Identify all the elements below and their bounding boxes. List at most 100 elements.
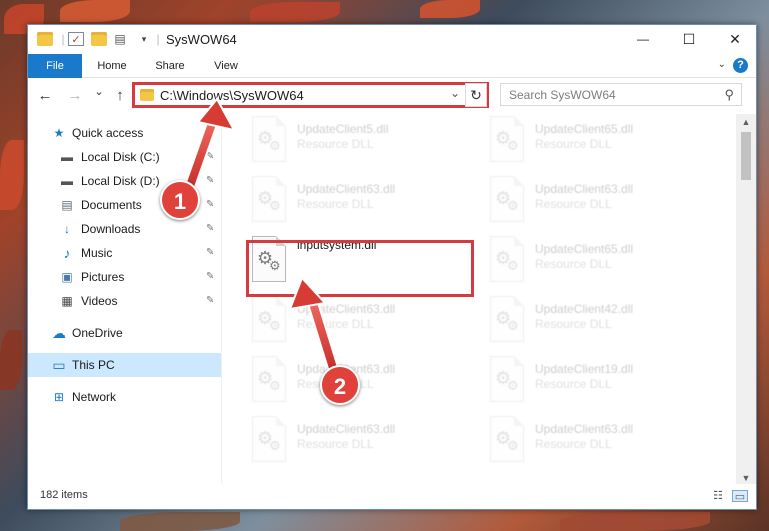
maximize-button[interactable]: ☐ xyxy=(666,25,712,54)
background-leaf xyxy=(560,512,710,531)
pin-icon[interactable]: ✎ xyxy=(206,199,214,210)
file-name: UpdateClient63.dll xyxy=(297,182,396,196)
background-leaf xyxy=(250,2,340,22)
sidebar-item-label: OneDrive xyxy=(72,326,123,340)
sidebar-item-pictures[interactable]: ▣ Pictures ✎ xyxy=(28,265,221,289)
new-folder-icon[interactable] xyxy=(91,32,107,46)
gear-icon: ⚙ xyxy=(269,318,281,333)
background-leaf xyxy=(0,140,24,210)
sidebar-item-quick-access[interactable]: ★ Quick access xyxy=(28,121,221,145)
back-button[interactable]: ← xyxy=(36,87,54,104)
music-icon: ♪ xyxy=(63,245,71,261)
file-item[interactable]: ⚙⚙ UpdateClient63.dll Resource DLL xyxy=(483,174,703,230)
dll-file-icon: ⚙ ⚙ xyxy=(490,296,524,342)
details-view-icon[interactable]: ☷ xyxy=(710,490,726,502)
scrollbar-thumb[interactable] xyxy=(741,132,751,180)
gear-icon: ⚙ xyxy=(507,198,519,213)
file-list: ⚙ ⚙ UpdateClient5.dll Resource DLL ⚙ ⚙ Upd… xyxy=(223,114,737,486)
background-leaf xyxy=(120,512,240,531)
large-icons-view-icon[interactable]: ▭ xyxy=(732,490,748,503)
gear-icon: ⚙ xyxy=(269,198,281,213)
download-icon: ↓ xyxy=(64,222,70,236)
star-icon: ★ xyxy=(53,126,65,140)
status-bar: 182 items ☷ ▭ xyxy=(28,484,756,509)
file-name: UpdateClient42.dll xyxy=(535,302,634,316)
pin-icon[interactable]: ✎ xyxy=(206,223,214,234)
network-icon: ⊞ xyxy=(53,390,65,404)
gear-icon: ⚙ xyxy=(507,138,519,153)
file-name: UpdateClient63.dll xyxy=(297,422,396,436)
item-count: 182 items xyxy=(40,489,88,501)
file-item[interactable]: ⚙⚙ UpdateClient63.dll Resource DLL xyxy=(483,414,703,470)
file-item[interactable]: ⚙ ⚙ UpdateClient5.dll Resource DLL xyxy=(245,114,465,170)
file-item[interactable]: ⚙⚙ UpdateClient63.dll Resource DLL xyxy=(245,414,465,470)
dll-file-icon: ⚙ ⚙ xyxy=(252,356,286,402)
title-divider: | xyxy=(156,32,160,46)
sidebar-item-videos[interactable]: ▦ Videos ✎ xyxy=(28,289,221,313)
picture-icon: ▣ xyxy=(61,270,73,284)
file-item[interactable]: ⚙ ⚙ UpdateClient42.dll Resource DLL xyxy=(483,294,703,350)
sidebar-item-downloads[interactable]: ↓ Downloads ✎ xyxy=(28,217,221,241)
search-box[interactable]: Search SysWOW64 ⚲ xyxy=(500,83,742,106)
sidebar-item-music[interactable]: ♪ Music ✎ xyxy=(28,241,221,265)
gear-icon: ⚙ xyxy=(269,378,281,393)
expand-ribbon-icon[interactable]: ⌄ xyxy=(718,59,726,70)
file-item[interactable]: ⚙ ⚙ UpdateClient19.dll Resource DLL xyxy=(483,354,703,410)
title-bar: | ✓ ▤ ▾ | SysWOW64 — ☐ ✕ xyxy=(28,25,756,54)
vertical-scrollbar[interactable]: ▲ ▼ xyxy=(736,114,756,486)
search-icon[interactable]: ⚲ xyxy=(724,87,734,103)
pin-icon[interactable]: ✎ xyxy=(206,151,214,162)
drive-icon: ▬ xyxy=(61,174,73,188)
ribbon-tabs: File Home Share View ⌄ ? xyxy=(28,54,756,110)
file-item[interactable]: ⚙ ⚙ UpdateClient65.dll Resource DLL xyxy=(483,234,703,290)
pin-icon[interactable]: ✎ xyxy=(206,271,214,282)
help-icon[interactable]: ? xyxy=(733,58,748,73)
tab-share[interactable]: Share xyxy=(144,54,196,78)
file-name: UpdateClient63.dll xyxy=(535,422,634,436)
refresh-button[interactable]: ↻ xyxy=(465,83,487,107)
close-button[interactable]: ✕ xyxy=(712,25,758,54)
tab-view[interactable]: View xyxy=(202,54,250,78)
drive-icon: ▬ xyxy=(61,150,73,164)
folder-icon xyxy=(140,89,154,101)
navigation-bar: ← → ⌄ ↑ C:\Windows\SysWOW64 ⌄ ↻ Search S… xyxy=(28,78,756,114)
address-bar[interactable]: C:\Windows\SysWOW64 xyxy=(132,82,489,108)
background-leaf xyxy=(0,330,22,390)
properties-icon[interactable]: ✓ xyxy=(68,32,84,46)
file-item[interactable]: ⚙⚙ UpdateClient63.dll Resource DLL xyxy=(245,294,465,350)
dll-file-icon: ⚙ ⚙ xyxy=(252,296,286,342)
file-type: Resource DLL xyxy=(535,197,612,211)
minimize-button[interactable]: — xyxy=(620,25,666,54)
scroll-up-icon[interactable]: ▲ xyxy=(736,114,756,130)
up-button[interactable]: ↑ xyxy=(111,87,129,104)
sidebar-item-label: Music xyxy=(81,246,113,260)
sidebar-item-label: Quick access xyxy=(72,126,144,140)
customize-toolbar-icon[interactable]: ▤ xyxy=(112,32,128,46)
sidebar-item-label: Documents xyxy=(81,198,142,212)
sidebar-item-label: Local Disk (D:) xyxy=(81,174,160,188)
pin-icon[interactable]: ✎ xyxy=(206,247,214,258)
forward-button[interactable]: → xyxy=(66,87,84,104)
search-input[interactable]: Search SysWOW64 xyxy=(509,88,616,102)
file-item[interactable]: ⚙ ⚙ UpdateClient65.dll Resource DLL xyxy=(483,114,703,170)
cloud-icon: ☁ xyxy=(52,325,66,341)
sidebar-item-local-disk-c[interactable]: ▬ Local Disk (C:) ✎ xyxy=(28,145,221,169)
address-path: C:\Windows\SysWOW64 xyxy=(160,88,304,103)
file-type: Resource DLL xyxy=(535,377,612,391)
sidebar-item-this-pc[interactable]: ▭ This PC xyxy=(28,353,221,377)
sidebar-item-label: Local Disk (C:) xyxy=(81,150,160,164)
folder-icon xyxy=(37,32,53,46)
pin-icon[interactable]: ✎ xyxy=(206,175,214,186)
file-item[interactable]: ⚙⚙ UpdateClient63.dll Resource DLL xyxy=(245,174,465,230)
dll-file-icon: ⚙ ⚙ xyxy=(252,416,286,462)
dll-file-icon: ⚙ ⚙ xyxy=(490,356,524,402)
pin-icon[interactable]: ✎ xyxy=(206,295,214,306)
file-name: UpdateClient63.dll xyxy=(297,302,396,316)
gear-icon: ⚙ xyxy=(507,318,519,333)
sidebar-item-onedrive[interactable]: ☁ OneDrive xyxy=(28,321,221,345)
file-type: Resource DLL xyxy=(535,137,612,151)
sidebar-item-network[interactable]: ⊞ Network xyxy=(28,385,221,409)
file-type: Resource DLL xyxy=(535,437,612,451)
tab-home[interactable]: Home xyxy=(86,54,138,78)
recent-locations-button[interactable]: ⌄ xyxy=(90,85,108,98)
